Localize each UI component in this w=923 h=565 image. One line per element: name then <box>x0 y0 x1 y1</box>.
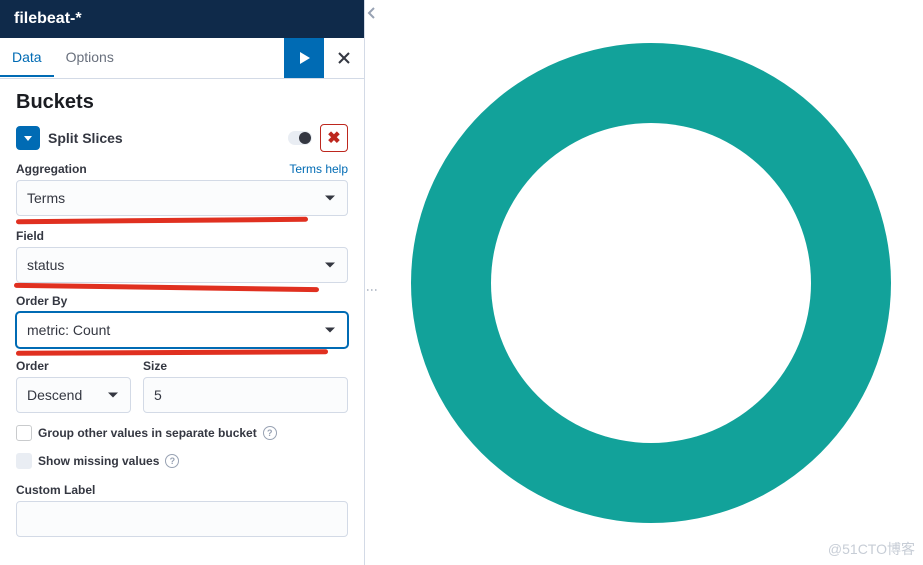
terms-help-link[interactable]: Terms help <box>289 162 348 176</box>
enable-agg-toggle[interactable] <box>288 131 312 145</box>
order-label: Order <box>16 359 131 373</box>
play-icon <box>297 51 311 65</box>
collapse-sidebar-button[interactable] <box>366 6 378 24</box>
custom-label-input[interactable] <box>16 501 348 537</box>
expand-agg-button[interactable] <box>16 126 40 150</box>
show-missing-label: Show missing values <box>38 454 159 468</box>
orderby-select[interactable]: metric: Count <box>16 312 348 348</box>
tab-data[interactable]: Data <box>0 39 54 77</box>
aggregation-select-value: Terms <box>27 190 65 206</box>
custom-label-label: Custom Label <box>16 483 348 497</box>
section-title-buckets: Buckets <box>16 91 348 114</box>
split-slices-label: Split Slices <box>48 130 280 146</box>
aggregation-field-label: Aggregation <box>16 162 87 176</box>
index-pattern-title: filebeat-* <box>0 0 364 38</box>
size-input[interactable]: 5 <box>143 377 348 413</box>
editor-tabs-row: Data Options <box>0 38 364 79</box>
chevron-down-icon <box>23 133 33 143</box>
donut-hole <box>491 123 811 443</box>
apply-changes-button[interactable] <box>284 38 324 78</box>
watermark: @51CTO博客 <box>828 539 915 559</box>
annotation-mark <box>16 349 328 356</box>
panel-divider: ⋮ <box>365 0 379 565</box>
orderby-label: Order By <box>16 294 67 308</box>
order-select-value: Descend <box>27 387 82 403</box>
help-icon[interactable]: ? <box>263 426 277 440</box>
field-label: Field <box>16 229 44 243</box>
orderby-select-value: metric: Count <box>27 322 110 338</box>
aggregation-header: Split Slices ✖ <box>16 124 348 152</box>
close-icon <box>337 51 351 65</box>
size-input-value: 5 <box>154 387 162 403</box>
visualization-canvas: @51CTO博客 <box>379 0 923 565</box>
field-select[interactable]: status <box>16 247 348 283</box>
close-editor-button[interactable] <box>324 38 364 78</box>
show-missing-checkbox[interactable] <box>16 453 32 469</box>
donut-chart[interactable] <box>411 43 891 523</box>
editor-sidebar: filebeat-* Data Options Buckets Split Sl… <box>0 0 365 565</box>
annotation-mark <box>16 217 308 225</box>
field-select-value: status <box>27 257 64 273</box>
resize-handle[interactable]: ⋮ <box>370 284 374 297</box>
help-icon[interactable]: ? <box>165 454 179 468</box>
chevron-left-icon <box>366 7 378 19</box>
group-other-checkbox[interactable] <box>16 425 32 441</box>
x-icon: ✖ <box>327 128 340 148</box>
size-label: Size <box>143 359 348 373</box>
tab-options[interactable]: Options <box>54 39 126 77</box>
remove-agg-button[interactable]: ✖ <box>320 124 348 152</box>
group-other-label: Group other values in separate bucket <box>38 426 257 440</box>
order-select[interactable]: Descend <box>16 377 131 413</box>
aggregation-select[interactable]: Terms <box>16 180 348 216</box>
annotation-mark <box>14 283 319 292</box>
buckets-panel: Buckets Split Slices ✖ Aggregation Terms… <box>0 79 364 565</box>
